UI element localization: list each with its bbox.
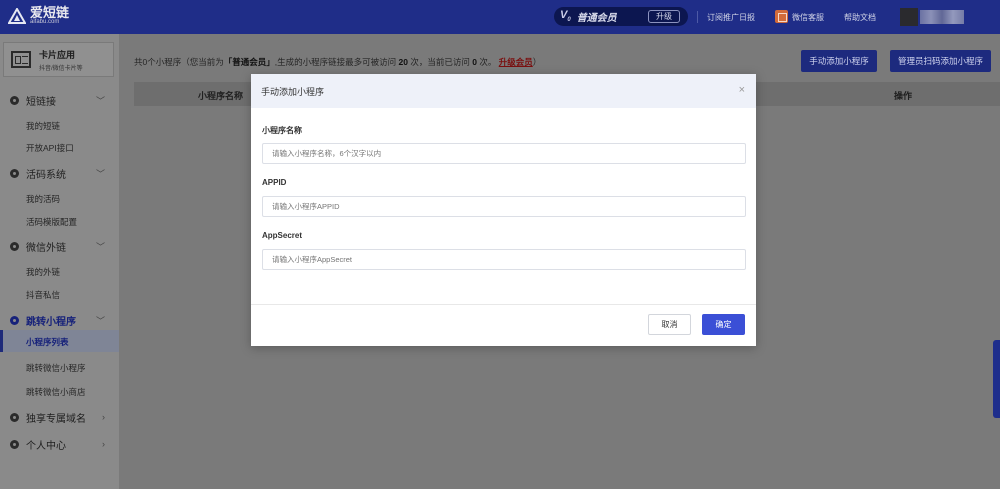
nav-item-open-api[interactable]: 开放API接口 [26,142,74,154]
stats-middle: ,生成的小程序链接最多可被访问 [274,57,397,67]
user-icon [10,439,19,449]
nav-item-douyin-dm[interactable]: 抖音私信 [26,289,60,301]
close-icon[interactable]: × [739,84,745,96]
confirm-button[interactable]: 确定 [702,314,745,335]
dialog-header: 手动添加小程序 × [251,74,756,108]
brand-logo[interactable]: 爱短链 aifabu.com [7,5,70,26]
chevron-down-icon: ﹀ [95,315,105,326]
chevron-down-icon: ﹀ [95,95,105,106]
wechat-service-link[interactable]: 微信客服 [792,12,824,23]
nav-group-short-link[interactable]: 短链接 ﹀ [0,92,119,108]
member-level: 「普通会员」 [223,57,275,67]
column-header-actions: 操作 [894,91,913,101]
help-docs-link[interactable]: 帮助文档 [844,12,876,23]
nav-item-miniprogram-list[interactable]: 小程序列表 [26,336,69,348]
divider [697,11,698,23]
brand-domain: aifabu.com [30,19,60,25]
chevron-right-icon: › [102,412,105,422]
wechat-service-icon[interactable] [775,10,788,23]
max-visits: 20 [398,57,408,67]
nav-group-label: 个人中心 [26,440,66,452]
nav-group-label: 活码系统 [26,169,66,181]
chevron-down-icon: ﹀ [95,241,105,252]
card-app-subtitle: 抖音/微信卡片等 [39,65,83,72]
qrcode-icon [10,168,19,178]
domain-icon [10,412,19,422]
cancel-button[interactable]: 取消 [648,314,691,335]
card-app-button[interactable]: 卡片应用 抖音/微信卡片等 [3,42,114,77]
upgrade-member-link[interactable]: 升级会员 [499,57,533,67]
manual-add-button[interactable]: 手动添加小程序 [801,50,877,72]
appsecret-input[interactable] [262,249,746,270]
nav-group-label: 跳转小程序 [26,316,76,328]
floating-service-tab[interactable] [993,340,1000,418]
vip-icon: V0 [560,9,571,24]
nav-group-exclusive-domain[interactable]: 独享专属域名 › [0,409,119,425]
nav-group-live-code[interactable]: 活码系统 ﹀ [0,165,119,181]
nav-group-jump-miniprogram[interactable]: 跳转小程序 ﹀ [0,312,119,328]
miniprogram-name-input[interactable] [262,143,746,164]
card-app-icon [11,51,31,68]
miniprogram-icon [10,315,19,325]
top-bar: 爱短链 aifabu.com V0 普通会员 升级 订阅推广日报 微信客服 帮助… [0,0,1000,34]
sidebar: 卡片应用 抖音/微信卡片等 短链接 ﹀ 我的短链 开放API接口 活码系统 ﹀ … [0,34,119,489]
avatar[interactable] [900,8,918,26]
add-miniprogram-dialog: 手动添加小程序 × 小程序名称 APPID AppSecret 取消 确定 [251,74,756,346]
nav-group-label: 独享专属域名 [26,413,86,425]
nav-group-label: 微信外链 [26,242,66,254]
stats-suffix: 次。 [479,57,497,67]
name-field-label: 小程序名称 [262,126,302,135]
nav-active-indicator [0,330,3,352]
nav-item-my-live-codes[interactable]: 我的活码 [26,193,60,205]
current-visits: 0 [472,57,477,67]
nav-item-my-short-links[interactable]: 我的短链 [26,120,60,132]
subscribe-report-link[interactable]: 订阅推广日报 [707,12,755,23]
chevron-down-icon: ﹀ [95,168,105,179]
nav-item-jump-wechat-shop[interactable]: 跳转微信小商店 [26,386,86,398]
stats-middle2: 次，当前已访问 [410,57,470,67]
dialog-divider [251,304,756,305]
link-icon [10,95,19,105]
nav-group-label: 短链接 [26,96,56,108]
nav-group-personal-center[interactable]: 个人中心 › [0,436,119,452]
vip-label: 普通会员 [576,13,617,24]
wechat-icon [10,241,19,251]
stats-prefix: 共0个小程序（您当前为 [134,57,224,67]
admin-scan-add-button[interactable]: 管理员扫码添加小程序 [890,50,991,72]
chevron-right-icon: › [102,439,105,449]
upgrade-button[interactable]: 升级 [648,10,680,23]
nav-group-wechat-external[interactable]: 微信外链 ﹀ [0,238,119,254]
brand-name: 爱短链 [30,5,70,20]
appid-field-label: APPID [262,178,287,187]
nav-item-jump-wechat-miniprogram[interactable]: 跳转微信小程序 [26,362,86,374]
column-header-name: 小程序名称 [198,91,244,101]
card-app-title: 卡片应用 [39,49,76,60]
appid-input[interactable] [262,196,746,217]
logo-icon [7,6,27,24]
stats-text: 共0个小程序（您当前为「普通会员」,生成的小程序链接最多可被访问 20 次，当前… [134,56,541,68]
nav-item-live-code-template[interactable]: 活码模版配置 [26,216,77,228]
nav-item-my-external-links[interactable]: 我的外链 [26,266,60,278]
dialog-title: 手动添加小程序 [261,86,325,97]
stats-close: ） [532,57,542,67]
username-blurred[interactable] [920,10,964,24]
appsecret-field-label: AppSecret [262,231,303,240]
